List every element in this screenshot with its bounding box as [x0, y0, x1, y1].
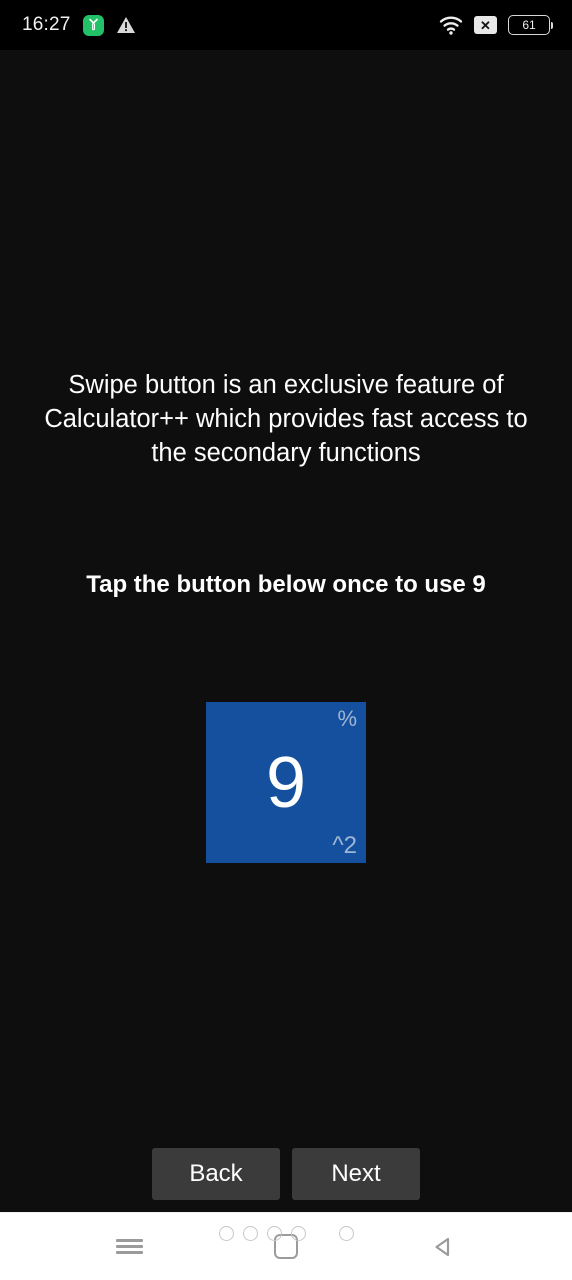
page-dot-5[interactable]	[338, 1226, 354, 1241]
battery-level: 61	[522, 18, 536, 32]
phone-screen: 16:27 ✕ 61 Swipe button is an exclusive …	[0, 0, 572, 1280]
page-dot-2[interactable]	[266, 1226, 282, 1241]
page-indicator	[0, 1226, 572, 1241]
status-clock: 16:27	[22, 14, 71, 35]
tutorial-instruction: Tap the button below once to use 9	[86, 571, 486, 598]
tutorial-description: Swipe button is an exclusive feature of …	[44, 371, 528, 467]
page-dot-1[interactable]	[242, 1226, 258, 1241]
no-sim-glyph: ✕	[480, 17, 491, 33]
page-dot-3[interactable]	[290, 1226, 306, 1241]
calculator-digit-button[interactable]: % 9 ^2	[206, 702, 366, 863]
status-bar-right: ✕ 61	[439, 15, 553, 35]
battery-icon: 61	[508, 15, 553, 35]
tutorial-nav-buttons: Back Next	[0, 1148, 572, 1200]
warning-triangle-icon	[116, 16, 136, 34]
green-app-icon	[82, 14, 104, 36]
system-navigation-bar	[0, 1212, 572, 1280]
button-primary-digit: 9	[265, 742, 307, 823]
tutorial-content: Swipe button is an exclusive feature of …	[0, 50, 572, 1241]
page-dot-0[interactable]	[218, 1226, 234, 1241]
back-button[interactable]: Back	[152, 1148, 280, 1200]
next-button[interactable]: Next	[292, 1148, 420, 1200]
status-bar-left: 16:27	[22, 14, 136, 36]
no-sim-icon: ✕	[474, 16, 497, 34]
button-secondary-square[interactable]: ^2	[332, 834, 357, 858]
button-secondary-percent[interactable]: %	[337, 708, 357, 730]
wifi-icon	[439, 16, 463, 35]
status-bar: 16:27 ✕ 61	[0, 0, 572, 50]
recents-bar-2	[115, 1245, 143, 1248]
page-dot-4-active[interactable]	[314, 1226, 330, 1241]
recents-bar-3	[115, 1251, 143, 1254]
